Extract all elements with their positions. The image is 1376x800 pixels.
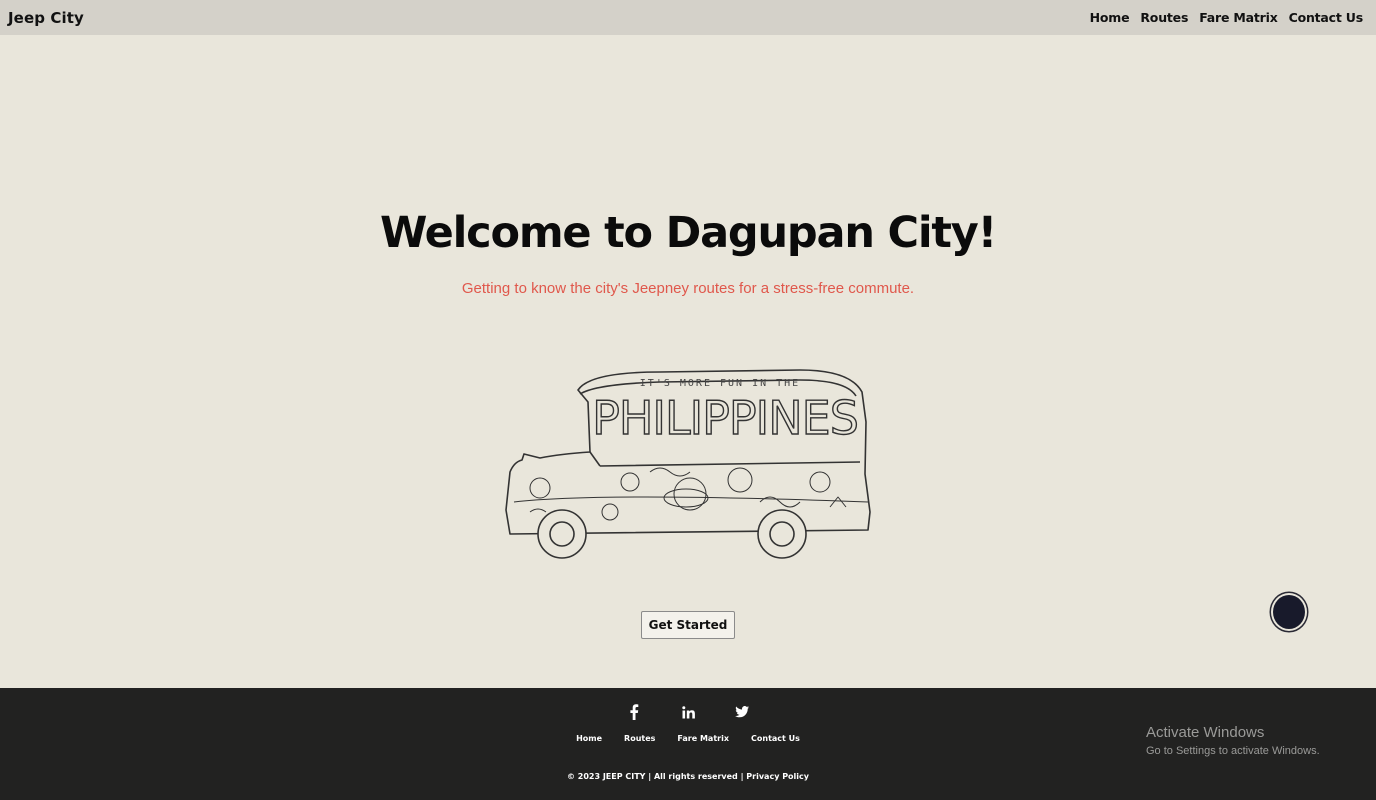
chat-fab-button[interactable]	[1271, 593, 1307, 631]
twitter-icon[interactable]	[715, 703, 769, 721]
jeepney-illustration: IT'S MORE FUN IN THE PHILIPPINES	[500, 362, 876, 568]
nav-contact-us[interactable]: Contact Us	[1289, 10, 1364, 25]
banner-small-text: IT'S MORE FUN IN THE	[640, 378, 800, 389]
nav-routes[interactable]: Routes	[1140, 10, 1188, 25]
activate-windows-title: Activate Windows	[1146, 724, 1265, 741]
privacy-policy-link[interactable]: Privacy Policy	[746, 772, 809, 781]
top-navbar: Jeep City Home Routes Fare Matrix Contac…	[0, 0, 1376, 35]
copyright: © 2023 JEEP CITY | All rights reserved |…	[0, 772, 1376, 781]
social-links	[0, 703, 1376, 721]
activate-windows-watermark: Activate Windows Go to Settings to activ…	[1146, 724, 1320, 757]
hero-title: Welcome to Dagupan City!	[379, 208, 997, 258]
hero-subtitle: Getting to know the city's Jeepney route…	[461, 280, 915, 297]
nav-fare-matrix[interactable]: Fare Matrix	[1199, 10, 1278, 25]
brand-logo[interactable]: Jeep City	[8, 9, 84, 27]
footer: Home Routes Fare Matrix Contact Us © 202…	[0, 688, 1376, 800]
linkedin-icon[interactable]	[661, 703, 715, 721]
footer-nav-routes[interactable]: Routes	[624, 734, 655, 743]
facebook-icon[interactable]	[607, 703, 661, 721]
footer-nav-home[interactable]: Home	[576, 734, 602, 743]
main-nav: Home Routes Fare Matrix Contact Us	[1090, 10, 1364, 25]
footer-nav-contact-us[interactable]: Contact Us	[751, 734, 800, 743]
banner-big-text: PHILIPPINES	[592, 391, 858, 445]
footer-nav-fare-matrix[interactable]: Fare Matrix	[677, 734, 729, 743]
copyright-text: © 2023 JEEP CITY | All rights reserved |	[566, 772, 747, 781]
nav-home[interactable]: Home	[1090, 10, 1130, 25]
get-started-button[interactable]: Get Started	[641, 611, 735, 639]
activate-windows-hint: Go to Settings to activate Windows.	[1146, 745, 1320, 757]
